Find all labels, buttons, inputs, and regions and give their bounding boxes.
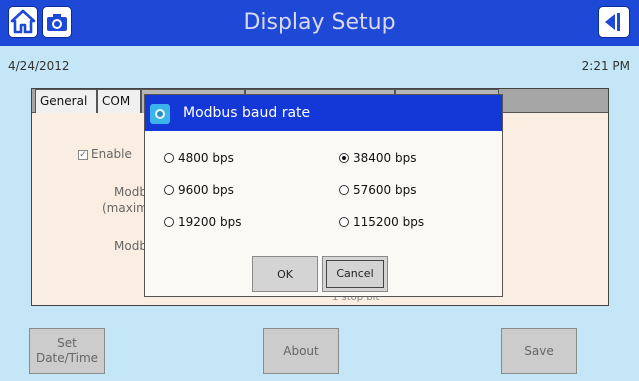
baud-option-label: 19200 bps xyxy=(178,215,242,229)
home-button[interactable] xyxy=(8,6,38,38)
home-icon xyxy=(10,9,36,34)
time-display: 2:21 PM xyxy=(581,59,630,73)
page-title: Display Setup xyxy=(243,10,396,35)
radio-icon xyxy=(339,217,349,227)
set-date-line1: Set xyxy=(57,336,77,350)
radio-icon xyxy=(164,153,174,163)
baud-option-label: 57600 bps xyxy=(353,183,417,197)
radio-icon xyxy=(339,185,349,195)
camera-icon xyxy=(150,104,170,124)
checkbox-icon: ✓ xyxy=(78,149,88,160)
tab-general[interactable]: General xyxy=(35,89,97,113)
baud-option-4800[interactable]: 4800 bps xyxy=(164,149,234,167)
tab-com[interactable]: COM xyxy=(97,89,141,113)
ok-button[interactable]: OK xyxy=(252,256,318,292)
camera-button[interactable] xyxy=(42,6,72,38)
cancel-button-label: Cancel xyxy=(326,260,384,288)
dialog-title-bar: Modbus baud rate xyxy=(145,95,502,131)
title-bar: Display Setup xyxy=(0,0,639,46)
back-button[interactable] xyxy=(598,6,630,38)
baud-option-label: 4800 bps xyxy=(178,151,234,165)
baud-option-label: 38400 bps xyxy=(353,151,417,165)
radio-selected-icon xyxy=(339,153,349,163)
radio-icon xyxy=(164,217,174,227)
baud-option-label: 115200 bps xyxy=(353,215,425,229)
baud-option-9600[interactable]: 9600 bps xyxy=(164,181,234,199)
about-button[interactable]: About xyxy=(263,328,339,374)
back-arrow-icon xyxy=(605,13,620,31)
save-button[interactable]: Save xyxy=(501,328,577,374)
baud-rate-dialog: Modbus baud rate 4800 bps 9600 bps 19200… xyxy=(144,94,503,297)
date-display: 4/24/2012 xyxy=(8,59,70,73)
camera-icon xyxy=(47,14,67,31)
set-date-time-button[interactable]: Set Date/Time xyxy=(29,328,105,374)
baud-option-19200[interactable]: 19200 bps xyxy=(164,213,241,231)
enable-label: Enable xyxy=(91,147,132,161)
baud-option-115200[interactable]: 115200 bps xyxy=(339,213,424,231)
baud-option-57600[interactable]: 57600 bps xyxy=(339,181,416,199)
dialog-title: Modbus baud rate xyxy=(183,105,311,121)
radio-icon xyxy=(164,185,174,195)
set-date-line2: Date/Time xyxy=(35,351,99,365)
baud-option-label: 9600 bps xyxy=(178,183,234,197)
enable-checkbox[interactable]: ✓ Enable xyxy=(78,147,132,161)
baud-option-38400[interactable]: 38400 bps xyxy=(339,149,416,167)
cancel-button[interactable]: Cancel xyxy=(322,256,388,292)
